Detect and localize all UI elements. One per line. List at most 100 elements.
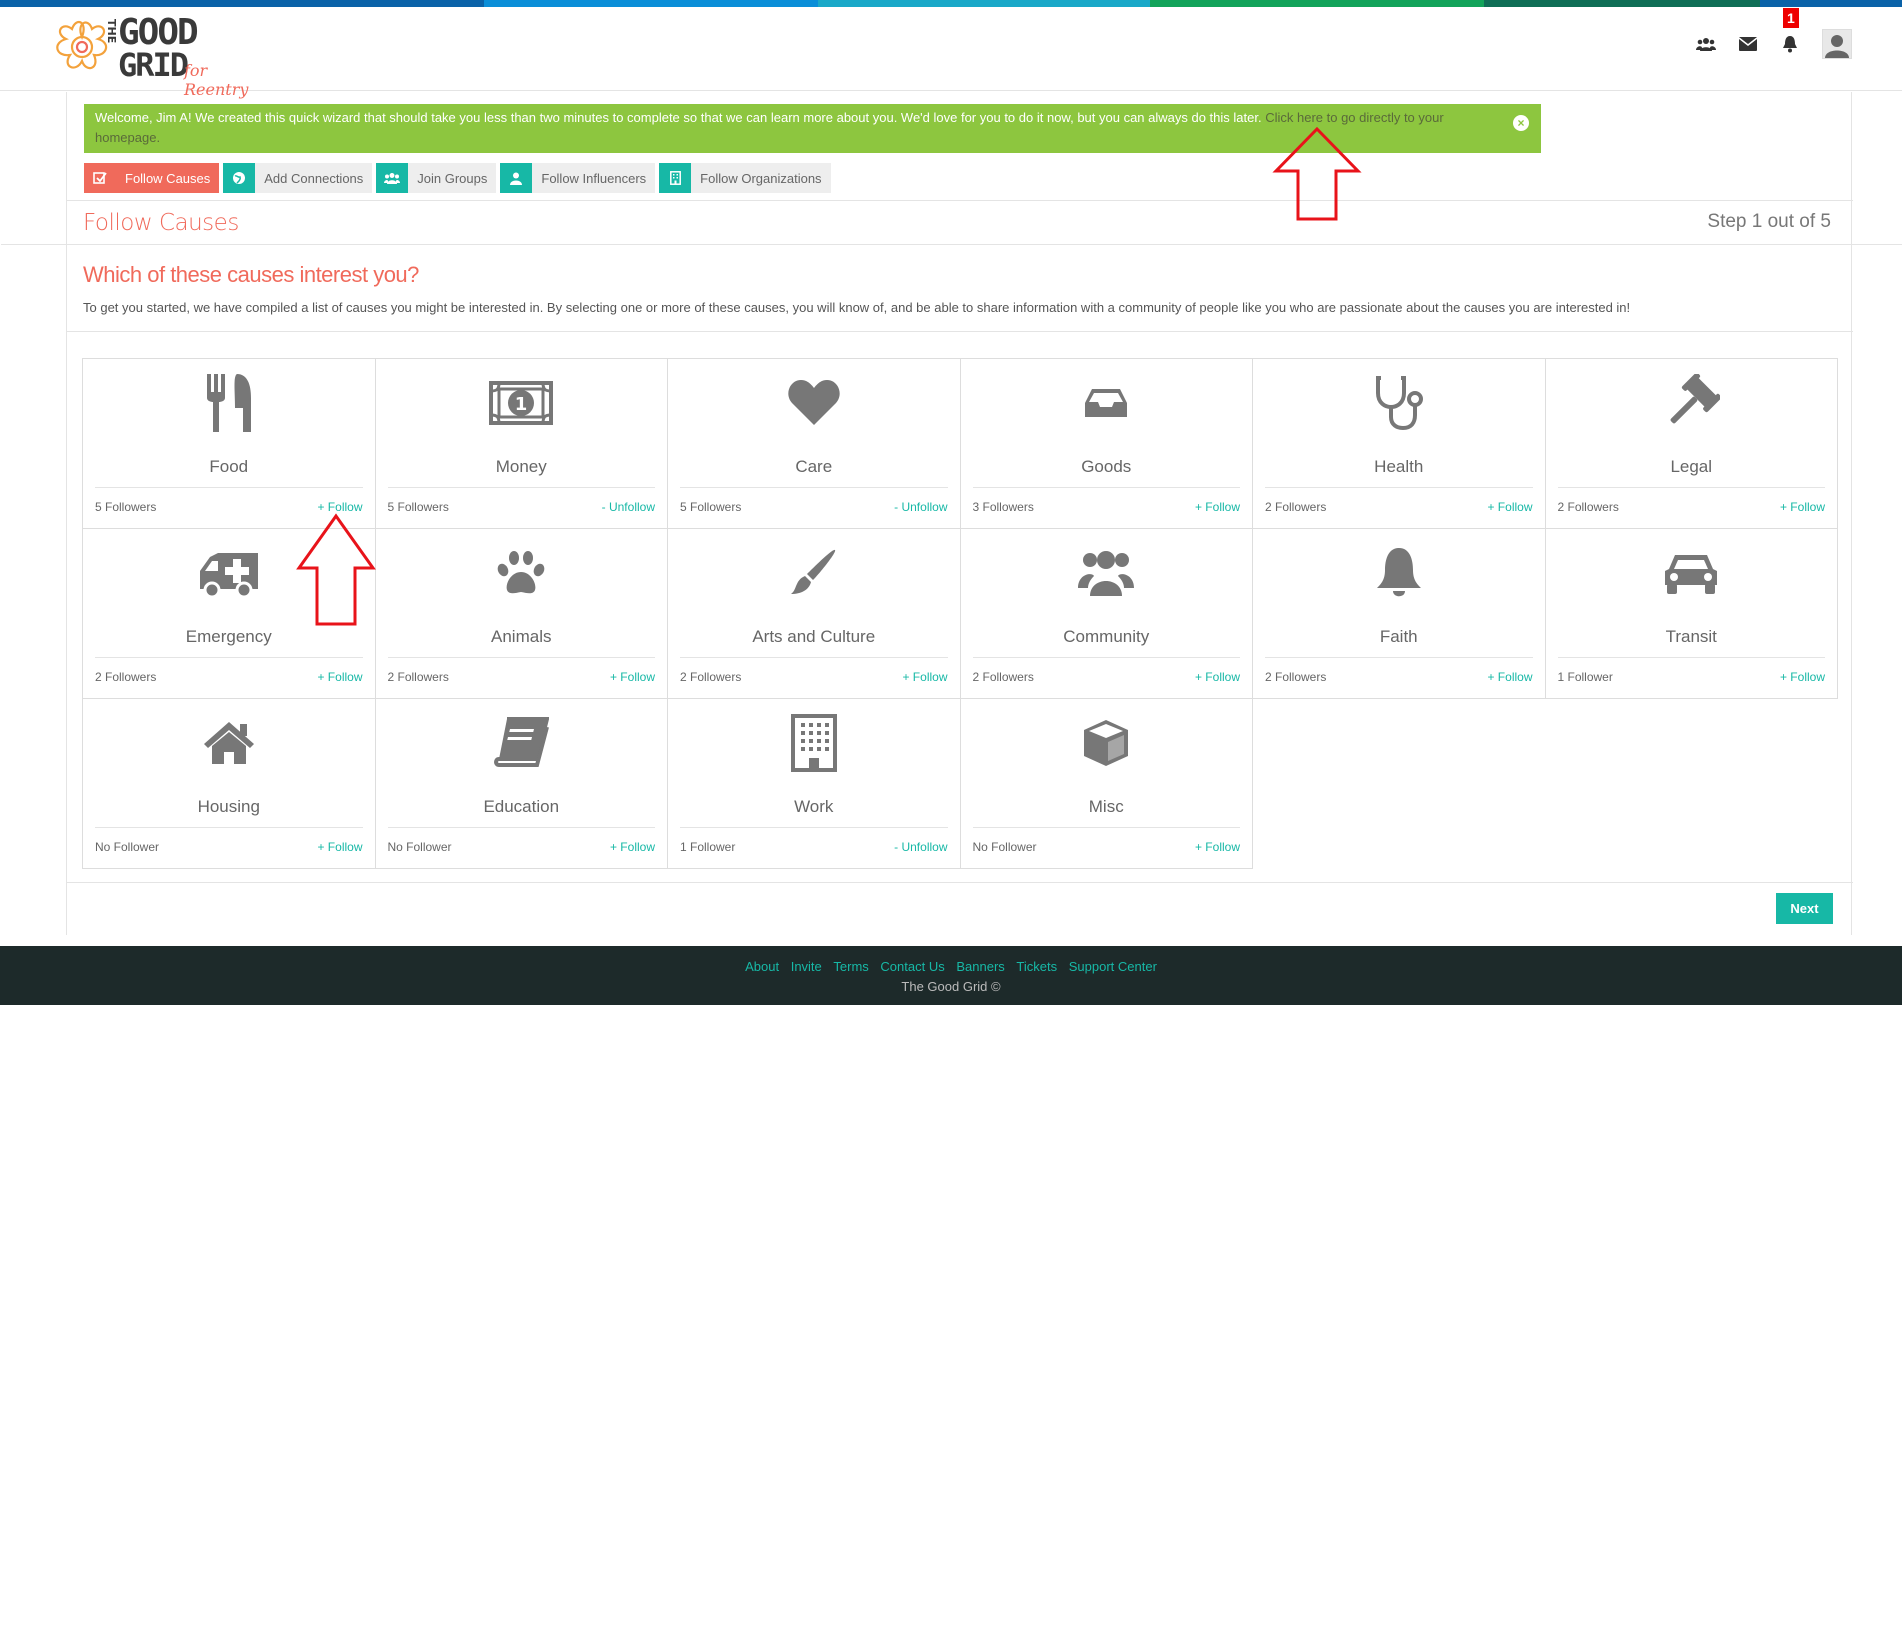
site-logo[interactable]: THE GOOD GRID for Reentry xyxy=(48,11,268,99)
footer-link-banners[interactable]: Banners xyxy=(956,959,1004,974)
stripe-segment xyxy=(1484,0,1760,7)
follow-link[interactable]: + Follow xyxy=(317,840,362,854)
annotation-arrow-up-icon xyxy=(296,513,376,626)
header-nav: 1 xyxy=(1696,8,1852,59)
notification-bell[interactable]: 1 xyxy=(1780,8,1800,54)
stethoscope-icon xyxy=(1253,371,1545,435)
follow-link[interactable]: + Follow xyxy=(317,500,362,514)
footer-link-invite[interactable]: Invite xyxy=(791,959,822,974)
home-icon xyxy=(83,711,375,775)
unfollow-link[interactable]: - Unfollow xyxy=(602,500,655,514)
footer-link-about[interactable]: About xyxy=(745,959,779,974)
follower-count: 2 Followers xyxy=(387,670,449,684)
footer-copyright: The Good Grid © xyxy=(901,979,1001,994)
tab-follow-influencers[interactable]: Follow Influencers xyxy=(500,163,656,193)
cause-card-community: Community 2 Followers + Follow xyxy=(959,528,1253,699)
footer-link-terms[interactable]: Terms xyxy=(833,959,868,974)
unfollow-link[interactable]: - Unfollow xyxy=(894,500,947,514)
card-divider xyxy=(1557,487,1825,488)
cause-card-education: Education No Follower + Follow xyxy=(374,698,668,869)
follow-link[interactable]: + Follow xyxy=(1195,500,1240,514)
check-square-icon xyxy=(84,163,116,193)
follow-link[interactable]: + Follow xyxy=(1487,500,1532,514)
follow-link[interactable]: + Follow xyxy=(1195,840,1240,854)
community-icon xyxy=(961,541,1253,605)
stripe-segment xyxy=(0,0,484,7)
book-icon xyxy=(376,711,668,775)
close-icon[interactable]: × xyxy=(1513,115,1529,131)
stripe-segment xyxy=(1760,0,1902,7)
divider xyxy=(67,331,1853,332)
card-divider xyxy=(1557,657,1825,658)
follow-link[interactable]: + Follow xyxy=(1195,670,1240,684)
card-divider xyxy=(1265,487,1533,488)
follower-count: No Follower xyxy=(387,840,452,854)
follow-link[interactable]: + Follow xyxy=(1780,670,1825,684)
follower-count: 1 Follower xyxy=(680,840,736,854)
cause-card-care: Care 5 Followers - Unfollow xyxy=(667,358,961,529)
intro-text: To get you started, we have compiled a l… xyxy=(83,300,1631,315)
logo-the: THE xyxy=(105,19,118,44)
follower-count: 1 Follower xyxy=(1557,670,1613,684)
connections-icon[interactable] xyxy=(1696,34,1716,54)
follow-link[interactable]: + Follow xyxy=(902,670,947,684)
users-icon xyxy=(376,163,409,193)
user-silhouette-icon xyxy=(1825,35,1849,58)
follower-count: No Follower xyxy=(95,840,160,854)
follow-link[interactable]: + Follow xyxy=(1780,500,1825,514)
follower-count: 2 Followers xyxy=(1265,500,1327,514)
logo-grid: GRID xyxy=(118,46,189,84)
footer-link-contact-us[interactable]: Contact Us xyxy=(880,959,944,974)
next-button[interactable]: Next xyxy=(1776,893,1833,924)
cause-card-animals: Animals 2 Followers + Follow xyxy=(374,528,668,699)
step-label: Follow Organizations xyxy=(700,170,822,186)
cause-card-arts-and-culture: Arts and Culture 2 Followers + Follow xyxy=(667,528,961,699)
gavel-icon xyxy=(1546,371,1838,435)
stripe-segment xyxy=(818,0,1150,7)
unfollow-link[interactable]: - Unfollow xyxy=(894,840,947,854)
notification-count-badge: 1 xyxy=(1783,8,1799,28)
follow-link[interactable]: + Follow xyxy=(317,670,362,684)
divider xyxy=(67,200,1853,201)
follower-count: 2 Followers xyxy=(1265,670,1327,684)
cause-card-money: 1 Money 5 Followers - Unfollow xyxy=(374,358,668,529)
svg-text:1: 1 xyxy=(515,394,528,415)
tab-follow-organizations[interactable]: Follow Organizations xyxy=(659,163,831,193)
wizard-steps: Follow Causes Add Connections Join Group… xyxy=(84,163,831,193)
tab-join-groups[interactable]: Join Groups xyxy=(376,163,497,193)
footer-links: About Invite Terms Contact Us Banners Ti… xyxy=(0,946,1902,974)
user-avatar[interactable] xyxy=(1822,29,1852,59)
inbox-icon xyxy=(961,371,1253,435)
building-icon xyxy=(659,163,692,193)
cube-icon xyxy=(961,711,1253,775)
utensils-icon xyxy=(83,371,375,435)
footer-link-support-center[interactable]: Support Center xyxy=(1069,959,1157,974)
footer-link-tickets[interactable]: Tickets xyxy=(1016,959,1057,974)
follower-count: No Follower xyxy=(972,840,1037,854)
follow-link[interactable]: + Follow xyxy=(610,840,655,854)
bell-icon xyxy=(1783,36,1797,53)
cause-name: Legal xyxy=(1670,457,1713,476)
cause-name: Health xyxy=(1374,457,1424,476)
card-divider xyxy=(972,657,1240,658)
follow-link[interactable]: + Follow xyxy=(1487,670,1532,684)
step-counter: Step 1 out of 5 xyxy=(1707,211,1831,232)
cause-card-housing: Housing No Follower + Follow xyxy=(82,698,376,869)
question-heading: Which of these causes interest you? xyxy=(83,262,419,287)
envelope-icon[interactable] xyxy=(1738,34,1758,54)
tab-follow-causes[interactable]: Follow Causes xyxy=(84,163,220,193)
cause-card-goods: Goods 3 Followers + Follow xyxy=(959,358,1253,529)
site-header: THE GOOD GRID for Reentry 1 xyxy=(0,7,1902,99)
top-color-stripe xyxy=(0,0,1902,7)
tab-add-connections[interactable]: Add Connections xyxy=(223,163,373,193)
divider xyxy=(1,244,1902,245)
cause-name: Animals xyxy=(491,627,552,646)
paw-icon xyxy=(376,541,668,605)
follower-count: 3 Followers xyxy=(972,500,1034,514)
office-building-icon xyxy=(668,711,960,775)
follow-link[interactable]: + Follow xyxy=(610,670,655,684)
follower-count: 5 Followers xyxy=(95,500,157,514)
user-icon xyxy=(500,163,533,193)
cause-card-transit: Transit 1 Follower + Follow xyxy=(1544,528,1838,699)
site-footer: About Invite Terms Contact Us Banners Ti… xyxy=(0,946,1902,1005)
